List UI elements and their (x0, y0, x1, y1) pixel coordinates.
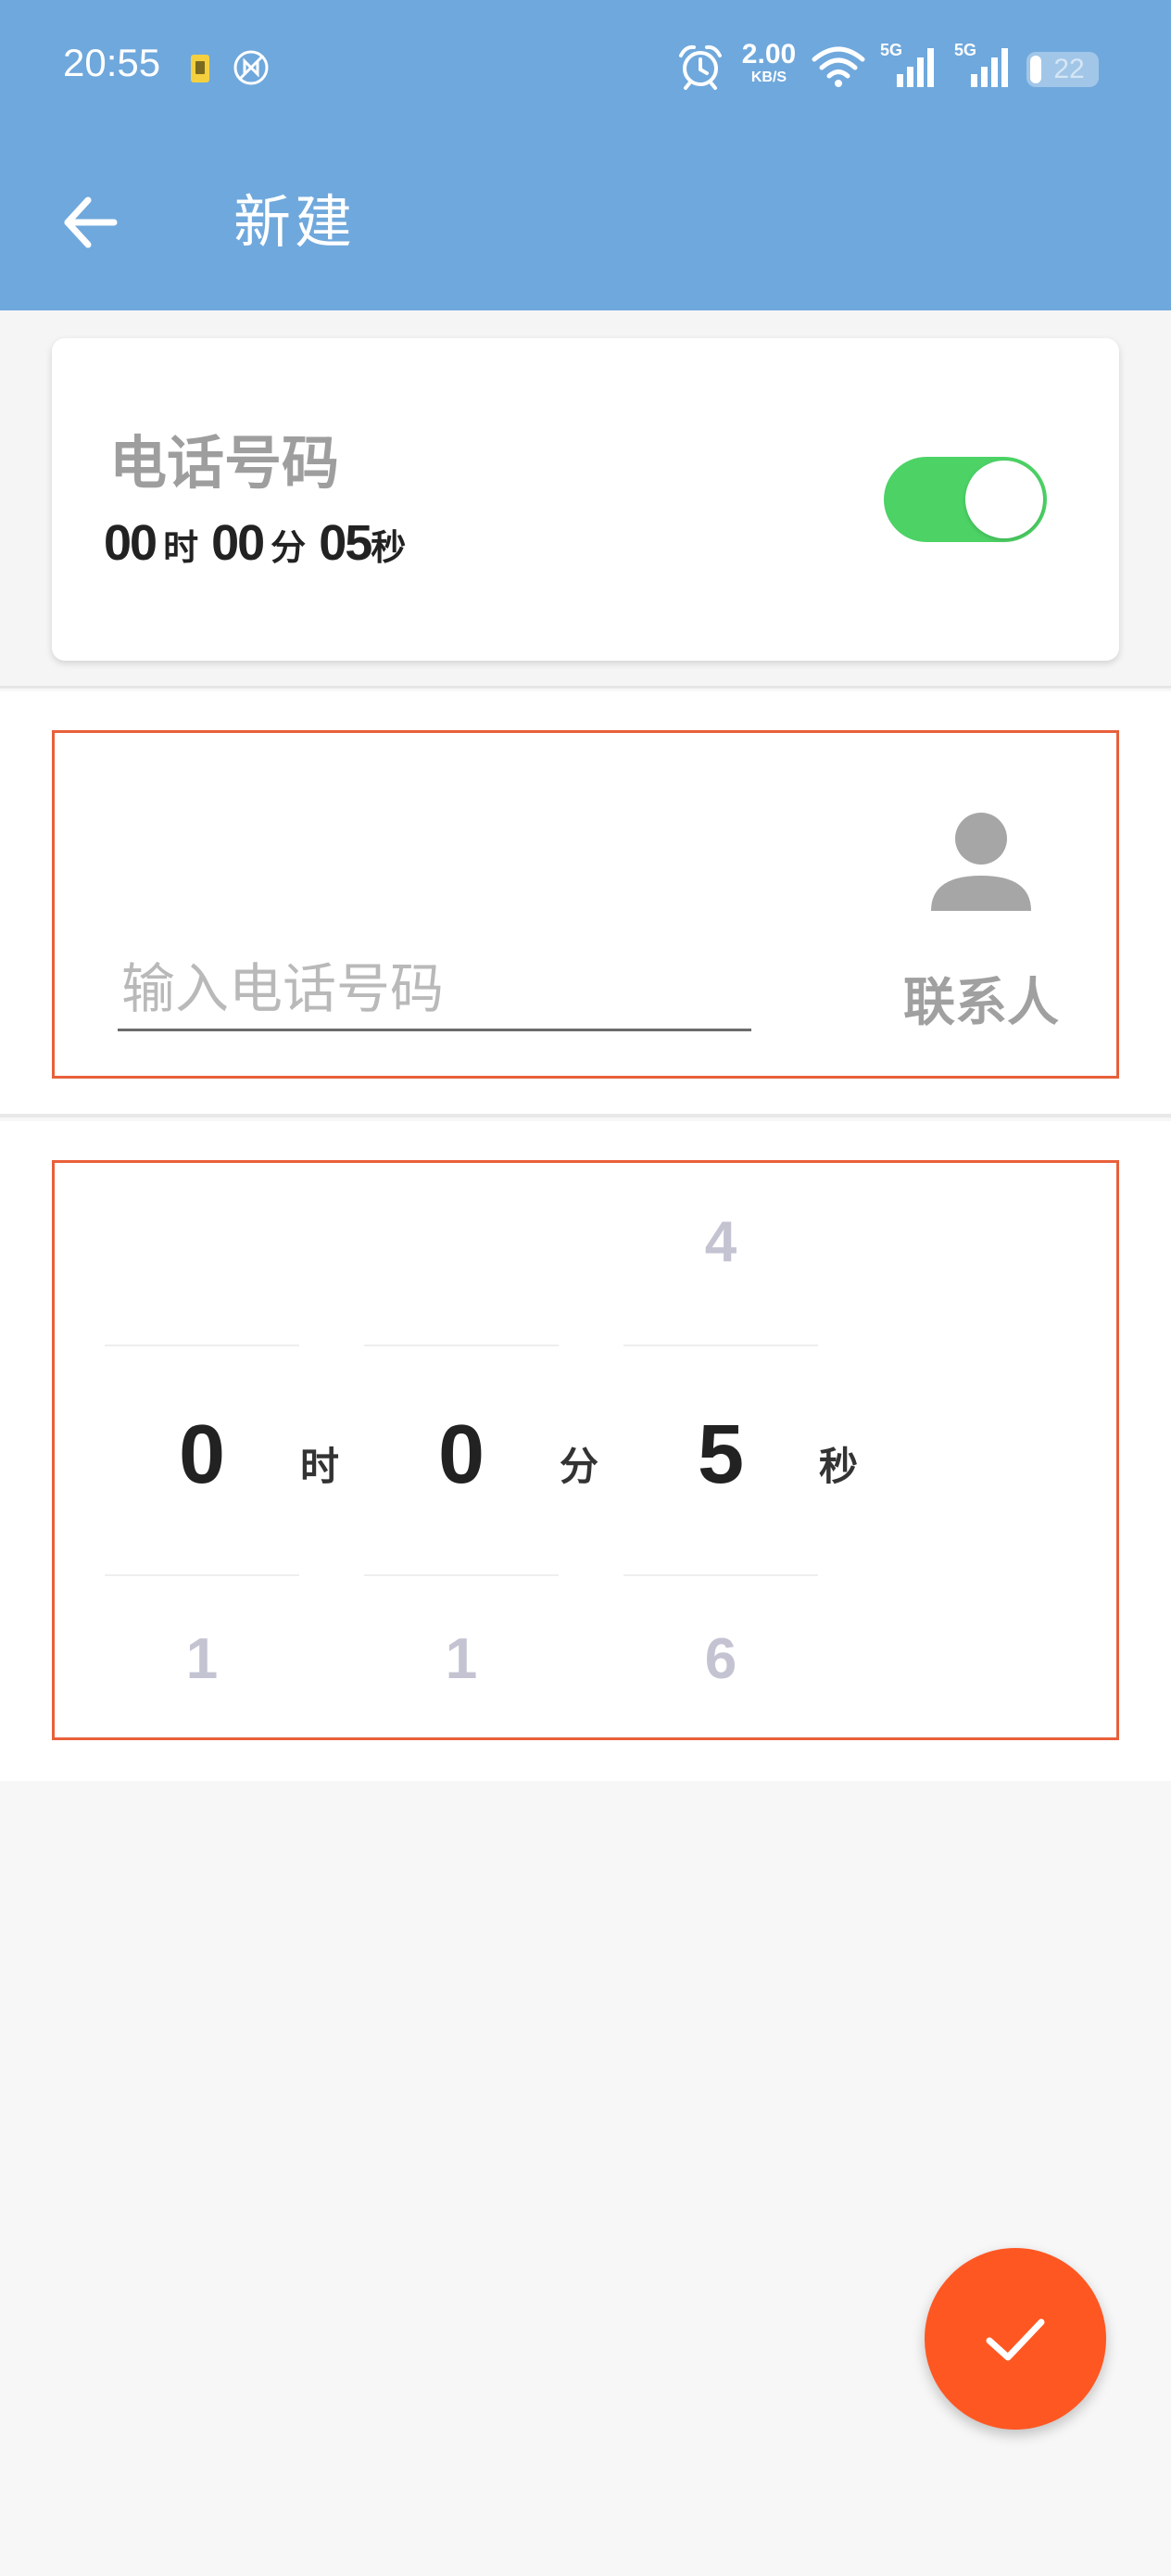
toggle-knob (965, 461, 1043, 538)
battery-level: 22 (1053, 54, 1085, 84)
person-icon (931, 813, 1031, 911)
hours-current: 0 (178, 1408, 226, 1501)
contacts-label: 联系人 (903, 972, 1059, 1033)
seconds-prev: 4 (704, 1210, 737, 1274)
status-time: 20:55 (63, 41, 161, 84)
hours-unit-label: 时 (300, 1444, 340, 1489)
card-hours: 00 (104, 515, 157, 571)
minutes-wheel[interactable]: 0 1 (364, 1163, 559, 1737)
card-hours-unit: 时 (163, 526, 199, 568)
reminder-card[interactable]: 电话号码 00 时 00 分 05 秒 (52, 338, 1119, 661)
phone-number-input[interactable] (118, 948, 751, 1031)
card-minutes-unit: 分 (271, 526, 307, 568)
wheel-divider (105, 1345, 299, 1346)
phone-input-box: 联系人 (52, 730, 1119, 1079)
enable-toggle[interactable] (884, 457, 1047, 542)
signal-icon: 5G (880, 41, 939, 91)
contacts-button[interactable]: 联系人 (870, 789, 1092, 1057)
signal-icon: 5G (954, 41, 1014, 91)
minutes-next: 1 (445, 1627, 478, 1691)
network-speed: 2.00 KB/S (732, 41, 806, 85)
app-bar: 新建 (0, 134, 1171, 310)
battery-icon: 22 (1026, 52, 1099, 87)
card-title: 电话号码 (109, 429, 340, 497)
wheel-divider (105, 1574, 299, 1576)
hours-next: 1 (185, 1627, 219, 1691)
sim-card-icon (191, 55, 209, 82)
page-title: 新建 (233, 188, 357, 256)
seconds-current: 5 (697, 1408, 745, 1501)
time-picker: 0 1 时 0 1 分 4 5 6 秒 (52, 1160, 1119, 1740)
arrow-left-icon (64, 196, 118, 248)
nfc-off-icon (233, 50, 269, 85)
hours-wheel[interactable]: 0 1 (105, 1163, 299, 1737)
card-duration: 00 时 00 分 05 秒 (104, 514, 406, 572)
header: 20:55 2.00 KB/S 5G 5G 22 新建 (0, 0, 1171, 310)
card-seconds: 05 (319, 515, 372, 571)
minutes-unit-label: 分 (560, 1444, 599, 1489)
back-button[interactable] (48, 181, 132, 264)
time-picker-section: 0 1 时 0 1 分 4 5 6 秒 (0, 1121, 1171, 1781)
phone-section: 联系人 (0, 691, 1171, 1118)
wheel-divider (364, 1345, 559, 1346)
status-bar: 20:55 2.00 KB/S 5G 5G 22 (0, 0, 1171, 134)
card-minutes: 00 (211, 515, 265, 571)
wheel-divider (623, 1345, 818, 1346)
wheel-divider (623, 1574, 818, 1576)
check-icon (986, 2318, 1045, 2361)
wifi-icon (812, 46, 865, 87)
network-speed-value: 2.00 (741, 39, 797, 69)
wheel-divider (364, 1574, 559, 1576)
card-seconds-unit: 秒 (371, 526, 407, 568)
alarm-icon (679, 44, 722, 90)
seconds-unit-label: 秒 (819, 1444, 859, 1489)
seconds-wheel[interactable]: 4 5 6 (623, 1163, 818, 1737)
minutes-current: 0 (437, 1408, 485, 1501)
network-speed-unit: KB/S (750, 69, 787, 85)
summary-section: 电话号码 00 时 00 分 05 秒 (0, 310, 1171, 688)
confirm-fab-button[interactable] (925, 2248, 1106, 2430)
seconds-next: 6 (704, 1627, 737, 1691)
